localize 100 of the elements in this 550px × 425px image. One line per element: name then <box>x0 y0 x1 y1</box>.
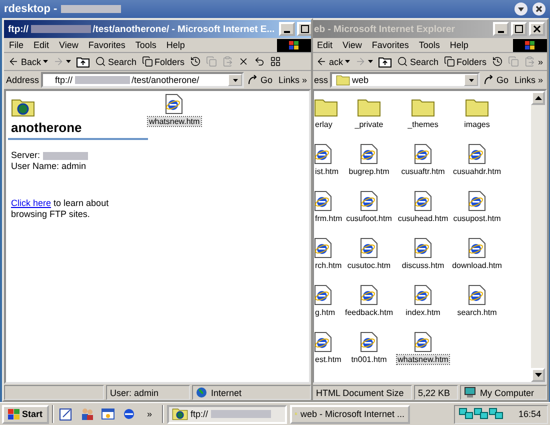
search-icon <box>95 56 106 67</box>
folder-icon <box>314 97 338 117</box>
file-name[interactable]: _private <box>354 120 384 129</box>
file-name[interactable]: cusuaftr.htm <box>400 167 446 176</box>
go-button[interactable]: Go <box>482 72 510 88</box>
file-name[interactable]: est.htm <box>314 355 342 364</box>
address-field[interactable]: ftp:// /test/anotherone/ <box>41 72 244 88</box>
folders-button[interactable]: Folders <box>140 54 187 70</box>
menu-item[interactable]: View <box>338 40 367 50</box>
help-link[interactable]: Click here <box>11 198 52 208</box>
menu-item[interactable]: Favorites <box>366 40 414 50</box>
address-field[interactable]: web <box>330 72 480 88</box>
dropdown-button[interactable] <box>228 74 242 86</box>
file-name[interactable]: cusutoc.htm <box>346 261 392 270</box>
chevron-button[interactable]: » <box>536 54 545 70</box>
back-arrow-icon <box>316 56 327 67</box>
minimize-button[interactable] <box>514 2 528 16</box>
up-folder-icon <box>378 56 392 68</box>
folder-icon <box>172 407 188 421</box>
caret-icon <box>468 78 474 82</box>
file-name[interactable]: whatsnew.htm <box>396 355 450 364</box>
task-button[interactable]: web - Microsoft Internet ... <box>290 404 410 424</box>
menu-item[interactable]: Favorites <box>83 40 130 50</box>
status-panel: My Computer <box>460 385 547 400</box>
folders-button[interactable]: Folders <box>442 54 489 70</box>
task-button[interactable]: ftp:// <box>166 404 287 424</box>
web-document-icon <box>468 144 486 164</box>
copy-icon <box>206 56 217 67</box>
up-arrow-icon <box>534 96 542 100</box>
file-name[interactable]: cusupost.htm <box>452 214 502 223</box>
delete-icon <box>238 56 249 67</box>
web-document-icon <box>360 191 378 211</box>
file-name[interactable]: discuss.htm <box>400 261 446 270</box>
status-panel: HTML Document Size <box>312 385 412 400</box>
search-button[interactable]: Search <box>395 54 441 70</box>
help-text: Click here to learn about browsing FTP sites. <box>11 198 110 220</box>
minimize-button[interactable] <box>493 22 509 36</box>
close-button[interactable] <box>529 22 545 36</box>
back-arrow-icon <box>8 56 19 67</box>
file-name[interactable]: cusuhead.htm <box>396 214 450 223</box>
scrollbar[interactable] <box>531 91 545 382</box>
ie-icon <box>122 407 136 421</box>
close-button[interactable] <box>532 2 546 16</box>
file-name[interactable]: whatsnew.htm <box>148 117 201 126</box>
file-name[interactable]: cusuahdr.htm <box>452 167 502 176</box>
search-button[interactable]: Search <box>93 54 139 70</box>
file-name[interactable]: feedback.htm <box>344 308 394 317</box>
minimize-button[interactable] <box>278 22 295 36</box>
menu-item[interactable]: Help <box>444 40 474 50</box>
menu-item[interactable]: View <box>54 40 84 50</box>
maximize-icon <box>515 25 523 33</box>
menu-item[interactable]: Edit <box>312 40 338 50</box>
globe-icon <box>196 387 207 398</box>
go-button[interactable]: Go <box>246 72 274 88</box>
scroll-down-button[interactable] <box>531 368 545 382</box>
menu-item[interactable]: Tools <box>130 40 162 50</box>
paste-icon <box>524 56 535 67</box>
file-name[interactable]: cusufoot.htm <box>345 214 393 223</box>
links-button[interactable]: Links » <box>512 72 545 88</box>
user-name-text: User Name: admin <box>11 161 88 172</box>
file-name[interactable]: ist.htm <box>314 167 340 176</box>
file-name[interactable]: tn001.htm <box>350 355 388 364</box>
maximize-button[interactable] <box>296 22 311 36</box>
file-name[interactable]: bugrep.htm <box>348 167 390 176</box>
caret-icon <box>43 60 48 63</box>
start-button[interactable]: Start <box>2 404 49 424</box>
file-name[interactable]: frm.htm <box>314 214 344 223</box>
status-panel: Internet <box>192 385 311 400</box>
menu-item[interactable]: Tools <box>414 40 445 50</box>
file-name[interactable]: download.htm <box>451 261 503 270</box>
file-name[interactable]: erlay <box>314 120 334 129</box>
file-name[interactable]: rch.htm <box>314 261 343 270</box>
menu-item[interactable]: File <box>4 40 29 50</box>
file-name[interactable]: g.htm <box>314 308 336 317</box>
menu-item[interactable]: Help <box>161 40 190 50</box>
users-icon <box>80 407 94 421</box>
back-button[interactable]: ack <box>314 54 352 70</box>
history-icon <box>492 56 503 67</box>
folders-icon <box>444 56 455 67</box>
status-panel: 5,22 KB <box>414 385 458 400</box>
menu-item[interactable]: Edit <box>28 40 54 50</box>
file-name[interactable]: images <box>463 120 491 129</box>
redacted-block <box>61 5 122 13</box>
web-document-icon <box>414 332 432 352</box>
maximize-button[interactable] <box>511 22 527 36</box>
back-button[interactable]: Back <box>6 54 50 70</box>
folder-icon <box>357 97 381 117</box>
dropdown-button[interactable] <box>464 74 478 86</box>
links-button[interactable]: Links » <box>276 72 309 88</box>
go-arrow-icon <box>484 75 494 85</box>
down-arrow-icon <box>534 373 542 377</box>
undo-icon <box>254 56 265 67</box>
file-name[interactable]: search.htm <box>456 308 498 317</box>
forward-arrow-icon <box>53 56 64 67</box>
chevron-button[interactable]: » <box>140 405 159 423</box>
folder-icon <box>411 97 435 117</box>
scroll-up-button[interactable] <box>531 91 545 105</box>
file-name[interactable]: _themes <box>406 120 440 129</box>
web-document-icon <box>468 238 486 258</box>
file-name[interactable]: index.htm <box>404 308 442 317</box>
